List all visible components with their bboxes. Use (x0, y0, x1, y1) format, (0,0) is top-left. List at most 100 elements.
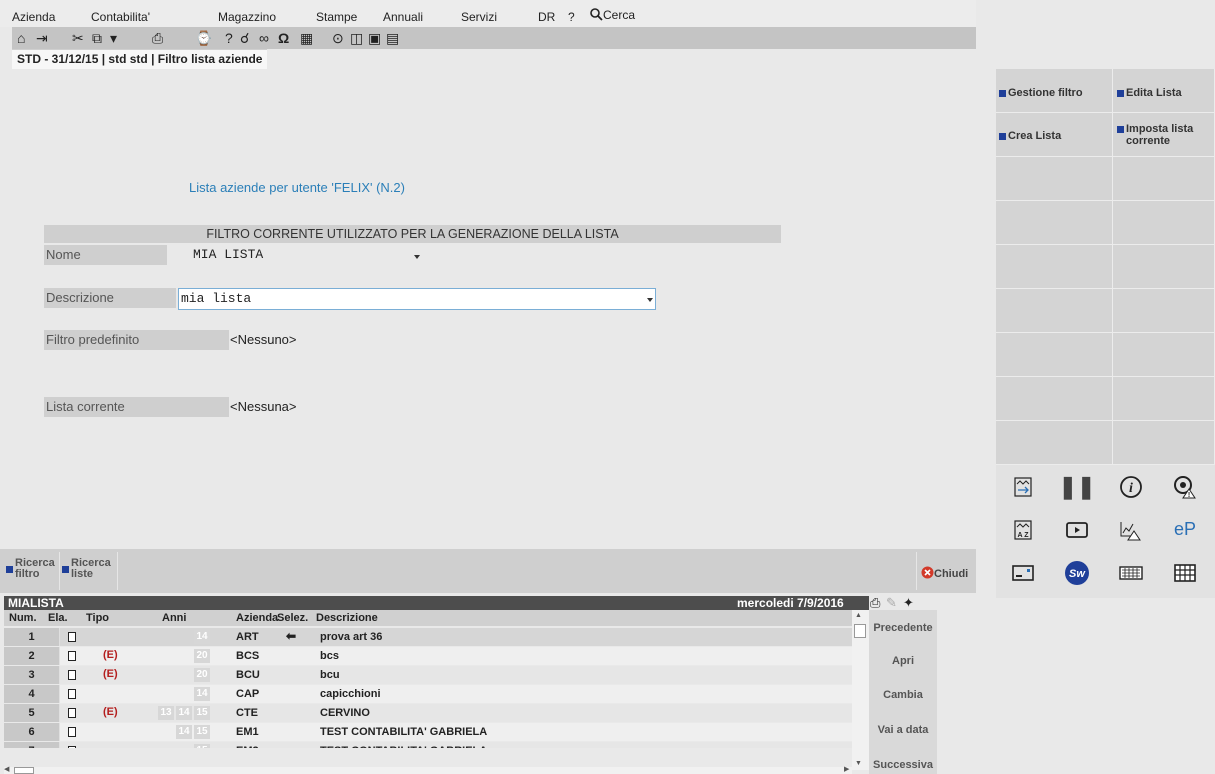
ela-checkbox[interactable] (68, 632, 76, 642)
row-num: 1 (4, 628, 60, 646)
scroll-up-icon[interactable]: ▲ (855, 612, 862, 619)
table-row[interactable]: 2 (E) 20 BCS bcs (4, 647, 852, 665)
scroll-left-icon[interactable]: ◀ (4, 765, 9, 773)
ela-checkbox[interactable] (68, 689, 76, 699)
ricerca-liste-button[interactable]: Ricerca liste (62, 558, 111, 580)
edita-lista-button[interactable]: Edita Lista (1113, 69, 1215, 113)
menu-magazzino[interactable]: Magazzino (218, 10, 276, 24)
paste-icon[interactable]: ▾ (110, 30, 117, 46)
print-icon[interactable]: ⎙ (870, 595, 880, 611)
find-icon[interactable]: ☌ (240, 30, 249, 46)
menu-help[interactable]: ? (568, 10, 575, 24)
ela-checkbox[interactable] (68, 727, 76, 737)
id-card-icon[interactable] (996, 551, 1050, 594)
ela-checkbox[interactable] (68, 746, 76, 748)
table-row[interactable]: 6 14 15 EM1 TEST CONTABILITA' GABRIELA (4, 723, 852, 741)
col-num[interactable]: Num. (9, 612, 37, 624)
tipo-badge: (E) (103, 668, 118, 680)
table-row[interactable]: 5 (E) 13 14 15 CTE CERVINO (4, 704, 852, 722)
imposta-lista-corrente-button[interactable]: Imposta lista corrente (1113, 113, 1215, 157)
descrizione-cell: bcs (320, 650, 339, 662)
edit-icon[interactable]: ✎ (886, 595, 897, 611)
chart-warning-icon[interactable] (1104, 508, 1158, 551)
apri-button[interactable]: Apri (869, 655, 937, 667)
table-row[interactable]: 3 (E) 20 BCU bcu (4, 666, 852, 684)
menu-contabilita[interactable]: Contabilita' (91, 10, 150, 24)
nome-dropdown-icon[interactable] (414, 255, 420, 259)
grid-icon[interactable] (1158, 551, 1212, 594)
vertical-scrollbar[interactable]: ▲ ▼ (852, 610, 869, 770)
video-icon[interactable] (1050, 508, 1104, 551)
precedente-button[interactable]: Precedente (869, 622, 937, 634)
calculator-icon[interactable]: ▦ (300, 30, 313, 46)
col-tipo[interactable]: Tipo (86, 612, 109, 624)
col-ela[interactable]: Ela. (48, 612, 68, 624)
printer-icon[interactable]: ⎙ (152, 30, 163, 46)
col-anni[interactable]: Anni (162, 612, 186, 624)
screen-icon[interactable]: ◫ (350, 30, 363, 46)
descrizione-cell: capicchioni (320, 688, 381, 700)
hscroll-thumb[interactable] (14, 767, 34, 774)
col-selez[interactable]: Selez. (277, 612, 308, 624)
sw-logo-icon[interactable]: Sw (1050, 551, 1104, 594)
filtro-predefinito-label: Filtro predefinito (44, 330, 229, 350)
menu-cerca[interactable]: Cerca (590, 8, 635, 22)
link-icon[interactable]: ∞ (259, 30, 269, 46)
col-descrizione[interactable]: Descrizione (316, 612, 378, 624)
anno-badge: 15 (194, 706, 210, 720)
col-azienda[interactable]: Azienda (236, 612, 278, 624)
scroll-down-icon[interactable]: ▼ (855, 760, 862, 767)
info-icon[interactable]: i (1104, 465, 1158, 508)
window-icon[interactable]: ▣ (368, 30, 381, 46)
vai-a-data-button[interactable]: Vai a data (869, 724, 937, 736)
ela-checkbox[interactable] (68, 651, 76, 661)
crea-lista-button[interactable]: Crea Lista (996, 113, 1113, 157)
tab-filtro-lista-aziende[interactable]: STD - 31/12/15 | std std | Filtro lista … (12, 49, 268, 69)
home-icon[interactable]: ⌂ (17, 30, 25, 46)
table-row[interactable]: 1 14 ART ⬅ prova art 36 (4, 628, 852, 646)
copy-icon[interactable]: ⧉ (92, 30, 102, 46)
table-row[interactable]: 4 14 CAP capicchioni (4, 685, 852, 703)
descrizione-dropdown-icon[interactable] (647, 298, 653, 302)
descrizione-cell: TEST CONTABILITA' GABRIELA (320, 745, 487, 748)
empty-slot (996, 333, 1113, 377)
keyboard-icon[interactable] (1104, 551, 1158, 594)
tools-icon[interactable]: ⌚ (195, 30, 212, 46)
table-row[interactable]: 7 15 EM2 TEST CONTABILITA' GABRIELA (4, 742, 852, 748)
ela-checkbox[interactable] (68, 670, 76, 680)
nome-field[interactable]: MIA LISTA (193, 245, 263, 265)
menu-annuali[interactable]: Annuali (383, 10, 423, 24)
filter-header: FILTRO CORRENTE UTILIZZATO PER LA GENERA… (44, 225, 781, 243)
ep-lock-icon[interactable]: eP (1158, 508, 1212, 551)
descrizione-value[interactable]: mia lista (181, 289, 251, 309)
menu-servizi[interactable]: Servizi (461, 10, 497, 24)
privacy-warning-icon[interactable]: ! (1158, 465, 1212, 508)
pin-icon[interactable]: ✦ (903, 595, 914, 611)
horizontal-scrollbar[interactable]: ◀ ▶ (4, 765, 852, 774)
ela-checkbox[interactable] (68, 708, 76, 718)
chiudi-button[interactable]: Chiudi (921, 566, 968, 580)
scroll-thumb[interactable] (854, 624, 866, 638)
empty-slot (1113, 289, 1215, 333)
menu-dr[interactable]: DR (538, 10, 555, 24)
scissors-icon[interactable]: ✂ (72, 30, 84, 46)
menu-azienda[interactable]: Azienda (12, 10, 55, 24)
azienda-code: EM2 (236, 745, 259, 748)
font-icon[interactable]: ▤ (386, 30, 399, 46)
svg-text:A Z: A Z (1017, 532, 1029, 539)
scroll-right-icon[interactable]: ▶ (844, 765, 849, 773)
sort-az-icon[interactable]: A Z (996, 508, 1050, 551)
cambia-button[interactable]: Cambia (869, 689, 937, 701)
search-icon (590, 8, 603, 21)
omega-icon[interactable]: Ω (278, 30, 289, 46)
pause-icon[interactable]: ❚❚ (1050, 465, 1104, 508)
ricerca-filtro-button[interactable]: Ricerca filtro (6, 558, 55, 580)
azienda-code: CTE (236, 707, 258, 719)
gestione-filtro-button[interactable]: Gestione filtro (996, 69, 1113, 113)
transfer-icon[interactable] (996, 465, 1050, 508)
menu-stampe[interactable]: Stampe (316, 10, 357, 24)
exit-icon[interactable]: ⇥ (36, 30, 48, 46)
help-icon[interactable]: ? (225, 30, 233, 46)
successiva-button[interactable]: Successiva (869, 759, 937, 771)
record-icon[interactable]: ⊙ (332, 30, 344, 46)
